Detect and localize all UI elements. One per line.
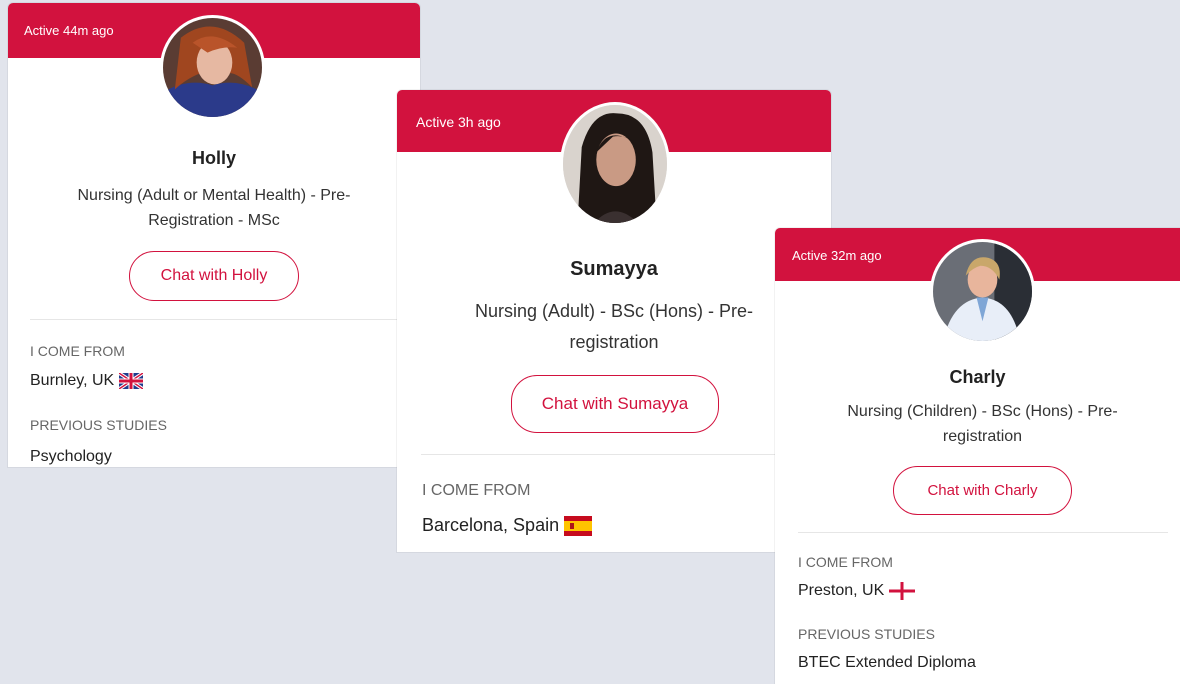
from-value-text: Preston, UK <box>798 582 885 599</box>
from-label: I COME FROM <box>30 343 125 359</box>
avatar[interactable] <box>560 102 670 226</box>
uk-flag-icon <box>119 373 144 389</box>
ambassador-name: Sumayya <box>570 258 658 280</box>
avatar[interactable] <box>930 239 1035 344</box>
ambassador-card-charly: Active 32m ago Charly Nursing (Children)… <box>775 228 1180 684</box>
from-label: I COME FROM <box>798 554 893 570</box>
from-value: Preston, UK <box>798 582 916 600</box>
divider <box>798 532 1168 533</box>
active-status: Active 32m ago <box>792 248 882 263</box>
divider <box>30 319 398 320</box>
studies-label: PREVIOUS STUDIES <box>798 626 935 642</box>
spain-flag-icon <box>564 515 593 536</box>
chat-button[interactable]: Chat with Holly <box>129 251 299 301</box>
course-title: Nursing (Adult or Mental Health) - Pre-R… <box>77 187 351 229</box>
avatar-photo-holly <box>163 18 262 117</box>
ambassador-name: Charly <box>949 367 1006 387</box>
avatar-photo-sumayya <box>563 105 667 223</box>
studies-value: BTEC Extended Diploma <box>798 654 976 671</box>
avatar[interactable] <box>160 15 265 120</box>
studies-label: PREVIOUS STUDIES <box>30 417 167 433</box>
chat-button[interactable]: Chat with Sumayya <box>511 375 719 433</box>
course-title: Nursing (Children) - BSc (Hons) - Pre-re… <box>847 403 1118 445</box>
chat-button[interactable]: Chat with Charly <box>893 466 1072 515</box>
ambassador-card-holly: Active 44m ago Holly Nursing (Adult or M… <box>8 3 420 467</box>
ambassador-card-sumayya: Active 3h ago Sumayya Nursing (Adult) - … <box>397 90 831 552</box>
studies-value: Psychology <box>30 448 112 465</box>
from-label: I COME FROM <box>422 482 531 499</box>
course-title: Nursing (Adult) - BSc (Hons) - Pre-regis… <box>474 301 754 352</box>
active-status: Active 44m ago <box>24 23 114 38</box>
active-status: Active 3h ago <box>416 114 501 130</box>
from-value-text: Burnley, UK <box>30 372 115 389</box>
avatar-photo-charly <box>933 242 1032 341</box>
divider <box>421 454 807 455</box>
ambassador-name: Holly <box>191 148 236 168</box>
from-value: Barcelona, Spain <box>422 515 593 536</box>
from-value: Burnley, UK <box>30 372 144 390</box>
from-value-text: Barcelona, Spain <box>422 515 560 535</box>
england-flag-icon <box>889 582 916 600</box>
